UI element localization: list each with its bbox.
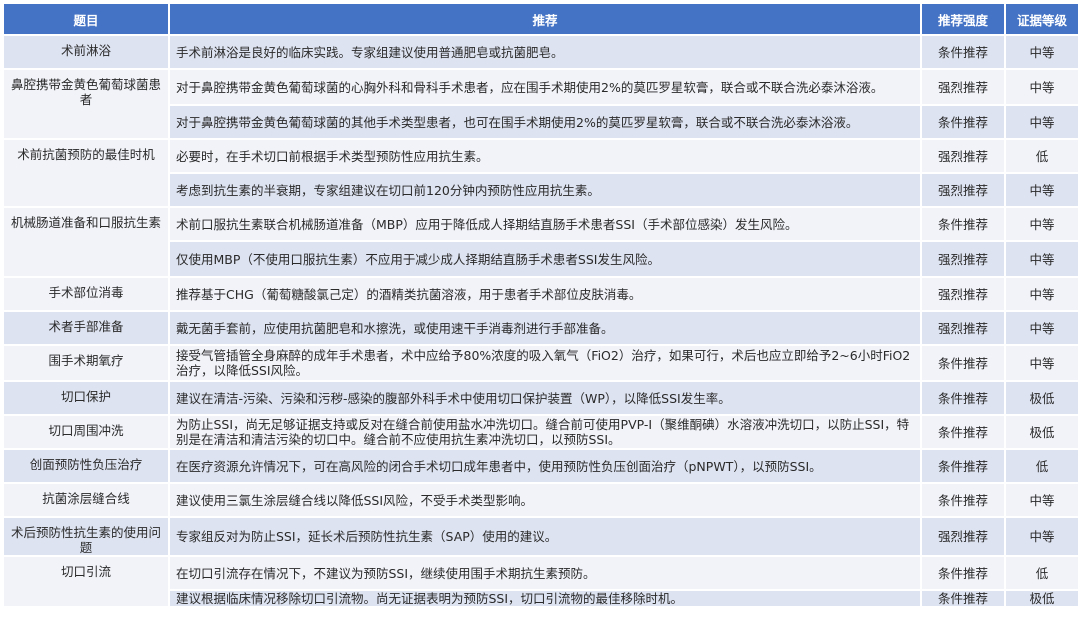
table-row: 术前抗菌预防的最佳时机 必要时，在手术切口前根据手术类型预防性应用抗生素。 强烈推荐…: [4, 140, 1078, 206]
strength-cell: 条件推荐: [922, 346, 1004, 380]
strength-cell: 强烈推荐: [922, 312, 1004, 344]
table-row: 抗菌涂层缝合线 建议使用三氯生涂层缝合线以降低SSI风险，不受手术类型影响。 条件推…: [4, 484, 1078, 516]
recommendation-cell: 推荐基于CHG（葡萄糖酸氯己定）的酒精类抗菌溶液，用于患者手术部位皮肤消毒。: [170, 278, 920, 310]
recommendation-cell: 必要时，在手术切口前根据手术类型预防性应用抗生素。: [170, 140, 920, 172]
recommendation-cell: 在医疗资源允许情况下，可在高风险的闭合手术切口成年患者中，使用预防性负压创面治疗…: [170, 450, 920, 482]
evidence-cell: 中等: [1006, 70, 1078, 104]
evidence-cell: 中等: [1006, 484, 1078, 516]
table-row: 机械肠道准备和口服抗生素 术前口服抗生素联合机械肠道准备（MBP）应用于降低成人择…: [4, 208, 1078, 276]
strength-cell: 条件推荐: [922, 382, 1004, 414]
strength-cell: 强烈推荐: [922, 518, 1004, 555]
table-row: 术者手部准备 戴无菌手套前，应使用抗菌肥皂和水擦洗，或使用速干手消毒剂进行手部准备…: [4, 312, 1078, 344]
recommendation-cell: 接受气管插管全身麻醉的成年手术患者，术中应给予80%浓度的吸入氧气（FiO2）治…: [170, 346, 920, 380]
evidence-cell: 低: [1006, 557, 1078, 589]
recommendation-cell: 仅使用MBP（不使用口服抗生素）不应用于减少成人择期结直肠手术患者SSI发生风险…: [170, 242, 920, 276]
recommendation-cell: 戴无菌手套前，应使用抗菌肥皂和水擦洗，或使用速干手消毒剂进行手部准备。: [170, 312, 920, 344]
evidence-cell: 中等: [1006, 106, 1078, 138]
evidence-cell: 中等: [1006, 346, 1078, 380]
recommendation-cell: 术前口服抗生素联合机械肠道准备（MBP）应用于降低成人择期结直肠手术患者SSI（…: [170, 208, 920, 240]
strength-cell: 条件推荐: [922, 484, 1004, 516]
evidence-cell: 中等: [1006, 312, 1078, 344]
guideline-table-container: 题目 推荐 推荐强度 证据等级 术前淋浴 手术前淋浴是良好的临床实践。专家组建议使…: [2, 2, 1078, 642]
recommendation-cell: 手术前淋浴是良好的临床实践。专家组建议使用普通肥皂或抗菌肥皂。: [170, 36, 920, 68]
header-recommendation: 推荐: [170, 4, 920, 34]
recommendation-cell: 建议使用三氯生涂层缝合线以降低SSI风险，不受手术类型影响。: [170, 484, 920, 516]
evidence-cell: 中等: [1006, 208, 1078, 240]
strength-cell: 条件推荐: [922, 557, 1004, 589]
strength-cell: 强烈推荐: [922, 242, 1004, 276]
strength-cell: 条件推荐: [922, 208, 1004, 240]
table-row: 术前淋浴 手术前淋浴是良好的临床实践。专家组建议使用普通肥皂或抗菌肥皂。 条件推荐中…: [4, 36, 1078, 68]
topic-cell: 切口引流: [4, 557, 168, 606]
evidence-cell: 中等: [1006, 518, 1078, 555]
table-row: 术后预防性抗生素的使用问题 专家组反对为防止SSI，延长术后预防性抗生素（SAP）…: [4, 518, 1078, 555]
recommendation-cell: 对于鼻腔携带金黄色葡萄球菌的心胸外科和骨科手术患者，应在围手术期使用2%的莫匹罗…: [170, 70, 920, 104]
topic-cell: 鼻腔携带金黄色葡萄球菌患者: [4, 70, 168, 138]
table-row: 鼻腔携带金黄色葡萄球菌患者 对于鼻腔携带金黄色葡萄球菌的心胸外科和骨科手术患者，应…: [4, 70, 1078, 138]
topic-cell: 创面预防性负压治疗: [4, 450, 168, 482]
recommendation-cell: 考虑到抗生素的半衰期，专家组建议在切口前120分钟内预防性应用抗生素。: [170, 174, 920, 206]
recommendation-cell: 建议在清洁-污染、污染和污秽-感染的腹部外科手术中使用切口保护装置（WP），以降…: [170, 382, 920, 414]
recommendation-cell: 对于鼻腔携带金黄色葡萄球菌的其他手术类型患者，也可在围手术期使用2%的莫匹罗星软…: [170, 106, 920, 138]
header-topic: 题目: [4, 4, 168, 34]
evidence-cell: 极低: [1006, 416, 1078, 448]
evidence-cell: 低: [1006, 450, 1078, 482]
strength-cell: 条件推荐: [922, 591, 1004, 606]
strength-cell: 强烈推荐: [922, 70, 1004, 104]
evidence-cell: 中等: [1006, 278, 1078, 310]
strength-cell: 强烈推荐: [922, 278, 1004, 310]
topic-cell: 手术部位消毒: [4, 278, 168, 310]
header-evidence: 证据等级: [1006, 4, 1078, 34]
evidence-cell: 中等: [1006, 36, 1078, 68]
recommendation-cell: 建议根据临床情况移除切口引流物。尚无证据表明为预防SSI，切口引流物的最佳移除时…: [170, 591, 920, 606]
topic-cell: 术前抗菌预防的最佳时机: [4, 140, 168, 206]
topic-cell: 切口周围冲洗: [4, 416, 168, 448]
recommendation-cell: 专家组反对为防止SSI，延长术后预防性抗生素（SAP）使用的建议。: [170, 518, 920, 555]
recommendation-cell: 在切口引流存在情况下，不建议为预防SSI，继续使用围手术期抗生素预防。: [170, 557, 920, 589]
recommendation-cell: 为防止SSI，尚无足够证据支持或反对在缝合前使用盐水冲洗切口。缝合前可使用PVP…: [170, 416, 920, 448]
topic-cell: 术前淋浴: [4, 36, 168, 68]
evidence-cell: 中等: [1006, 242, 1078, 276]
topic-cell: 切口保护: [4, 382, 168, 414]
table-body: 术前淋浴 手术前淋浴是良好的临床实践。专家组建议使用普通肥皂或抗菌肥皂。 条件推荐中…: [4, 36, 1078, 606]
table-row: 创面预防性负压治疗 在医疗资源允许情况下，可在高风险的闭合手术切口成年患者中，使用…: [4, 450, 1078, 482]
table-row: 切口保护 建议在清洁-污染、污染和污秽-感染的腹部外科手术中使用切口保护装置（WP…: [4, 382, 1078, 414]
strength-cell: 条件推荐: [922, 106, 1004, 138]
strength-cell: 条件推荐: [922, 416, 1004, 448]
header-strength: 推荐强度: [922, 4, 1004, 34]
strength-cell: 强烈推荐: [922, 174, 1004, 206]
topic-cell: 术后预防性抗生素的使用问题: [4, 518, 168, 555]
topic-cell: 机械肠道准备和口服抗生素: [4, 208, 168, 276]
table-row: 围手术期氧疗 接受气管插管全身麻醉的成年手术患者，术中应给予80%浓度的吸入氧气（…: [4, 346, 1078, 380]
evidence-cell: 极低: [1006, 591, 1078, 606]
table-row: 切口周围冲洗 为防止SSI，尚无足够证据支持或反对在缝合前使用盐水冲洗切口。缝合前…: [4, 416, 1078, 448]
topic-cell: 围手术期氧疗: [4, 346, 168, 380]
table-row: 切口引流 在切口引流存在情况下，不建议为预防SSI，继续使用围手术期抗生素预防。条…: [4, 557, 1078, 606]
evidence-cell: 极低: [1006, 382, 1078, 414]
strength-cell: 强烈推荐: [922, 140, 1004, 172]
table-row: 手术部位消毒 推荐基于CHG（葡萄糖酸氯己定）的酒精类抗菌溶液，用于患者手术部位皮…: [4, 278, 1078, 310]
header-row: 题目 推荐 推荐强度 证据等级: [4, 4, 1078, 34]
strength-cell: 条件推荐: [922, 450, 1004, 482]
topic-cell: 术者手部准备: [4, 312, 168, 344]
evidence-cell: 低: [1006, 140, 1078, 172]
evidence-cell: 中等: [1006, 174, 1078, 206]
recommendation-table: 题目 推荐 推荐强度 证据等级 术前淋浴 手术前淋浴是良好的临床实践。专家组建议使…: [2, 2, 1080, 608]
strength-cell: 条件推荐: [922, 36, 1004, 68]
topic-cell: 抗菌涂层缝合线: [4, 484, 168, 516]
